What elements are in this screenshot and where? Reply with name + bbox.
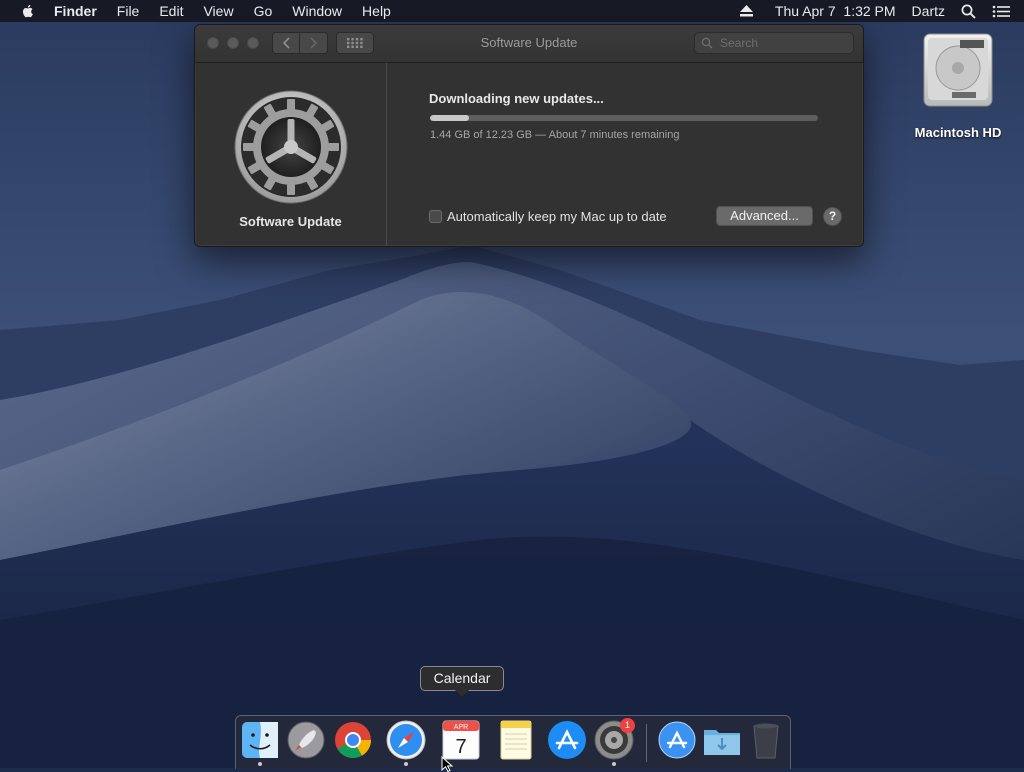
dock-separator — [646, 724, 647, 762]
menu-view[interactable]: View — [203, 3, 233, 19]
launchpad-dock-icon[interactable] — [284, 718, 328, 762]
sidebar-panel: Software Update — [195, 63, 387, 246]
system-preferences-running-indicator — [612, 762, 616, 766]
download-progress-bar — [430, 115, 818, 121]
calendar-month: APR — [454, 724, 468, 731]
menu-bar: Finder File Edit View Go Window Help Thu… — [0, 0, 1024, 22]
system-preferences-badge: 1 — [620, 718, 635, 733]
hard-drive-icon — [923, 33, 993, 107]
help-button[interactable]: ? — [823, 207, 842, 226]
search-icon — [701, 37, 713, 49]
dock-tooltip-arrow — [455, 690, 469, 697]
auto-update-row: Automatically keep my Mac up to date — [429, 209, 667, 224]
menu-window[interactable]: Window — [292, 3, 342, 19]
desktop-icon-macintosh-hd[interactable]: Macintosh HD — [906, 30, 1010, 140]
dock: APR 7 1 — [235, 715, 791, 769]
menu-clock[interactable]: Thu Apr 7 1:32 PM — [775, 3, 896, 19]
gear-icon — [234, 90, 348, 204]
search-icon[interactable] — [961, 4, 976, 19]
apple-icon[interactable] — [20, 3, 36, 19]
auto-update-label[interactable]: Automatically keep my Mac up to date — [447, 209, 667, 224]
app-store-dock-icon[interactable] — [545, 718, 589, 762]
software-update-window: Software Update Search Software Update D… — [194, 24, 864, 247]
search-field[interactable] — [694, 32, 854, 54]
download-status: 1.44 GB of 12.23 GB — About 7 minutes re… — [430, 129, 680, 141]
menu-file[interactable]: File — [117, 3, 140, 19]
calendar-day: 7 — [455, 736, 466, 758]
advanced-button[interactable]: Advanced... — [716, 206, 813, 226]
downloads-folder-dock-icon[interactable] — [700, 718, 744, 762]
update-content: Downloading new updates... 1.44 GB of 12… — [387, 63, 863, 246]
finder-running-indicator — [258, 762, 262, 766]
menu-edit[interactable]: Edit — [159, 3, 183, 19]
applications-folder-dock-icon[interactable] — [655, 718, 699, 762]
control-center-icon[interactable] — [992, 5, 1010, 18]
safari-running-indicator — [404, 762, 408, 766]
menu-app-name[interactable]: Finder — [54, 3, 97, 19]
menu-user[interactable]: Dartz — [912, 3, 945, 19]
safari-dock-icon[interactable] — [384, 718, 428, 762]
auto-update-checkbox[interactable] — [429, 210, 442, 223]
notes-dock-icon[interactable] — [494, 718, 538, 762]
window-titlebar[interactable]: Software Update — [195, 25, 863, 63]
progress-fill — [430, 115, 469, 121]
trash-dock-icon[interactable] — [744, 718, 788, 762]
cursor-icon — [441, 756, 454, 772]
finder-dock-icon[interactable] — [238, 718, 282, 762]
search-input[interactable] — [718, 35, 842, 51]
sidebar-label: Software Update — [239, 214, 342, 229]
desktop-icon-label: Macintosh HD — [914, 125, 1002, 140]
menu-help[interactable]: Help — [362, 3, 391, 19]
dock-tooltip: Calendar — [420, 666, 504, 691]
chrome-dock-icon[interactable] — [331, 718, 375, 762]
menu-go[interactable]: Go — [254, 3, 273, 19]
eject-icon[interactable] — [739, 5, 753, 17]
download-title: Downloading new updates... — [429, 91, 604, 106]
menu-bar-extras: Thu Apr 7 1:32 PM Dartz — [739, 0, 1024, 22]
